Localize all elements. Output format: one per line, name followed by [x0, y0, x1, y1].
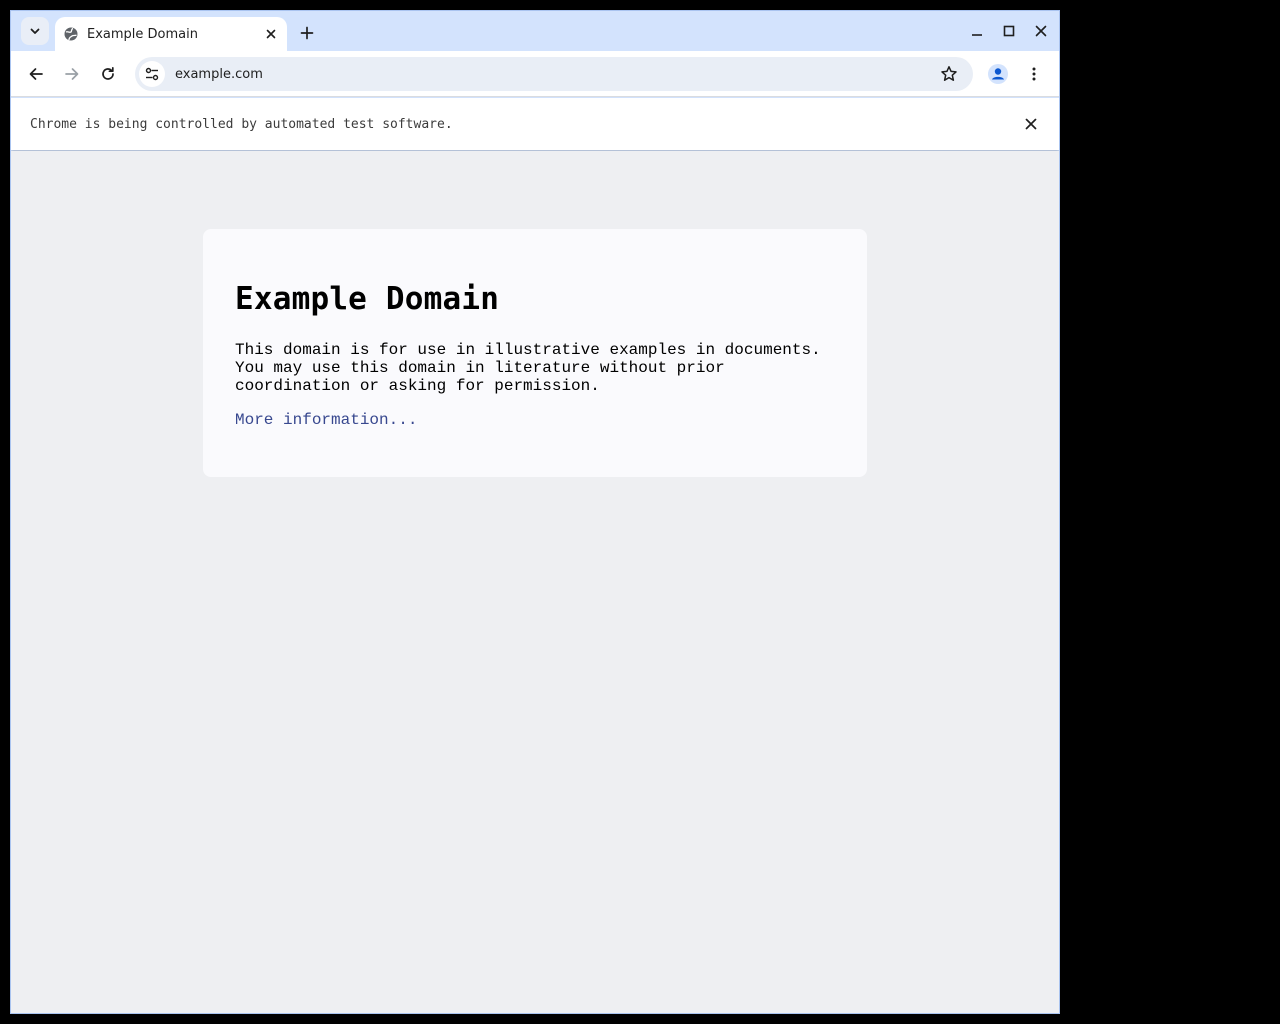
infobar-close-button[interactable] [1019, 112, 1043, 136]
menu-button[interactable] [1020, 60, 1048, 88]
new-tab-button[interactable] [295, 21, 319, 45]
url-text[interactable]: example.com [175, 67, 935, 82]
avatar-icon [988, 64, 1008, 84]
tab-strip: Example Domain [11, 11, 1059, 51]
reload-button[interactable] [94, 60, 122, 88]
back-button[interactable] [22, 60, 50, 88]
minimize-icon [972, 34, 982, 36]
page-description: This domain is for use in illustrative e… [235, 341, 821, 395]
close-icon [266, 29, 276, 39]
browser-window: Example Domain example.com Chrome is bei… [10, 10, 1060, 1014]
page-viewport: Example Domain This domain is for use in… [11, 151, 1059, 1013]
arrow-left-icon [29, 68, 43, 80]
close-window-button[interactable] [1027, 19, 1055, 43]
close-icon [1025, 118, 1037, 130]
maximize-icon [1003, 25, 1015, 37]
bookmark-button[interactable] [935, 60, 963, 88]
tune-icon [145, 67, 159, 81]
close-icon [1035, 25, 1047, 37]
tab-active[interactable]: Example Domain [55, 17, 287, 51]
toolbar: example.com [11, 51, 1059, 97]
chevron-down-icon [30, 28, 40, 34]
tab-close-button[interactable] [263, 26, 279, 42]
reload-icon [102, 66, 114, 80]
profile-button[interactable] [984, 60, 1012, 88]
maximize-button[interactable] [995, 19, 1023, 43]
site-info-button[interactable] [139, 61, 165, 87]
star-icon [941, 66, 957, 81]
more-vert-icon [1032, 67, 1036, 81]
globe-icon [63, 26, 79, 42]
infobar-message: Chrome is being controlled by automated … [30, 116, 453, 132]
arrow-right-icon [65, 68, 79, 80]
minimize-button[interactable] [963, 19, 991, 43]
forward-button[interactable] [58, 60, 86, 88]
page-heading: Example Domain [235, 281, 500, 317]
content-card: Example Domain This domain is for use in… [203, 229, 867, 477]
plus-icon [300, 26, 314, 40]
tab-search-button[interactable] [21, 17, 49, 45]
tab-title: Example Domain [87, 26, 198, 42]
address-bar[interactable]: example.com [135, 57, 973, 91]
more-information-link[interactable]: More information... [235, 411, 417, 429]
automation-infobar: Chrome is being controlled by automated … [11, 98, 1059, 150]
